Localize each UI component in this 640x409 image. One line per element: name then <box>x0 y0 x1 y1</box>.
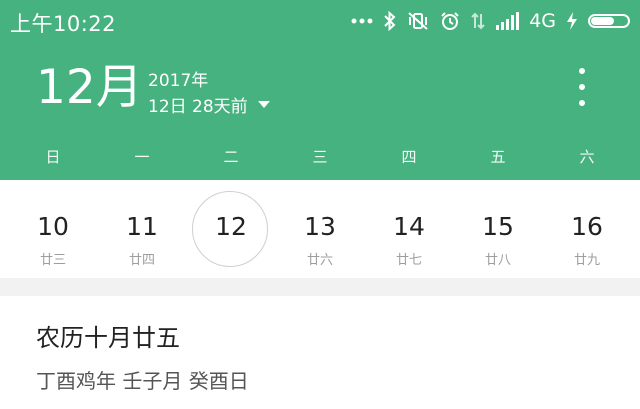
date-selector[interactable]: 12日 28天前 <box>148 92 270 117</box>
vibrate-off-icon <box>407 11 429 31</box>
weekday-label: 日 <box>45 148 61 166</box>
battery-icon <box>588 14 630 28</box>
day-number: 12 <box>215 212 247 241</box>
charging-icon <box>566 11 578 31</box>
ganzhi-subtitle: 丁酉鸡年 壬子月 癸酉日 <box>36 369 249 393</box>
lunar-date-title: 农历十月廿五 <box>36 324 180 352</box>
weekday-label: 二 <box>223 148 239 166</box>
day-number: 16 <box>571 212 603 241</box>
day-number: 15 <box>482 212 514 241</box>
day-cell[interactable]: 14 廿七 <box>369 180 449 278</box>
year-label: 2017年 <box>148 71 209 91</box>
status-icons: 4G <box>351 7 630 35</box>
weekday-label: 六 <box>579 148 595 166</box>
day-cell[interactable]: 15 廿八 <box>458 180 538 278</box>
alarm-icon <box>439 11 461 31</box>
more-dots-icon <box>351 18 373 24</box>
calendar-header: 上午10:22 4G 12月 2017年 12日 28天前 日 一 二 三 四 … <box>0 0 640 180</box>
lunar-day: 廿四 <box>128 253 155 268</box>
weekday-label: 三 <box>312 148 328 166</box>
week-strip: 10 廿三 11 廿四 12 13 廿六 14 廿七 15 廿八 16 廿九 <box>0 180 640 278</box>
lunar-info-card[interactable]: 农历十月廿五 丁酉鸡年 壬子月 癸酉日 <box>0 296 640 409</box>
overflow-menu-icon[interactable] <box>572 68 592 106</box>
data-transfer-icon <box>471 11 485 31</box>
day-cell[interactable]: 16 廿九 <box>547 180 627 278</box>
day-cell[interactable]: 10 廿三 <box>13 180 93 278</box>
lunar-day: 廿八 <box>484 253 511 268</box>
lunar-day: 廿九 <box>573 253 600 268</box>
day-cell[interactable]: 11 廿四 <box>102 180 182 278</box>
day-info: 12日 28天前 <box>148 97 248 117</box>
month-title[interactable]: 12月 <box>36 60 143 116</box>
signal-icon <box>495 12 520 30</box>
weekday-label: 一 <box>134 148 150 166</box>
day-cell-selected[interactable]: 12 <box>191 180 271 278</box>
day-cell[interactable]: 13 廿六 <box>280 180 360 278</box>
day-number: 10 <box>37 212 69 241</box>
dropdown-caret-icon <box>257 101 270 108</box>
bluetooth-icon <box>383 11 397 31</box>
day-number: 13 <box>304 212 336 241</box>
lunar-day: 廿七 <box>395 253 422 268</box>
day-number: 14 <box>393 212 425 241</box>
network-type: 4G <box>529 10 556 32</box>
weekday-header-row: 日 一 二 三 四 五 六 <box>0 146 640 166</box>
weekday-label: 五 <box>490 148 506 166</box>
lunar-day: 廿六 <box>306 253 333 268</box>
status-time: 上午10:22 <box>10 12 117 36</box>
lunar-day: 廿三 <box>39 253 66 268</box>
day-number: 11 <box>126 212 158 241</box>
weekday-label: 四 <box>401 148 417 166</box>
